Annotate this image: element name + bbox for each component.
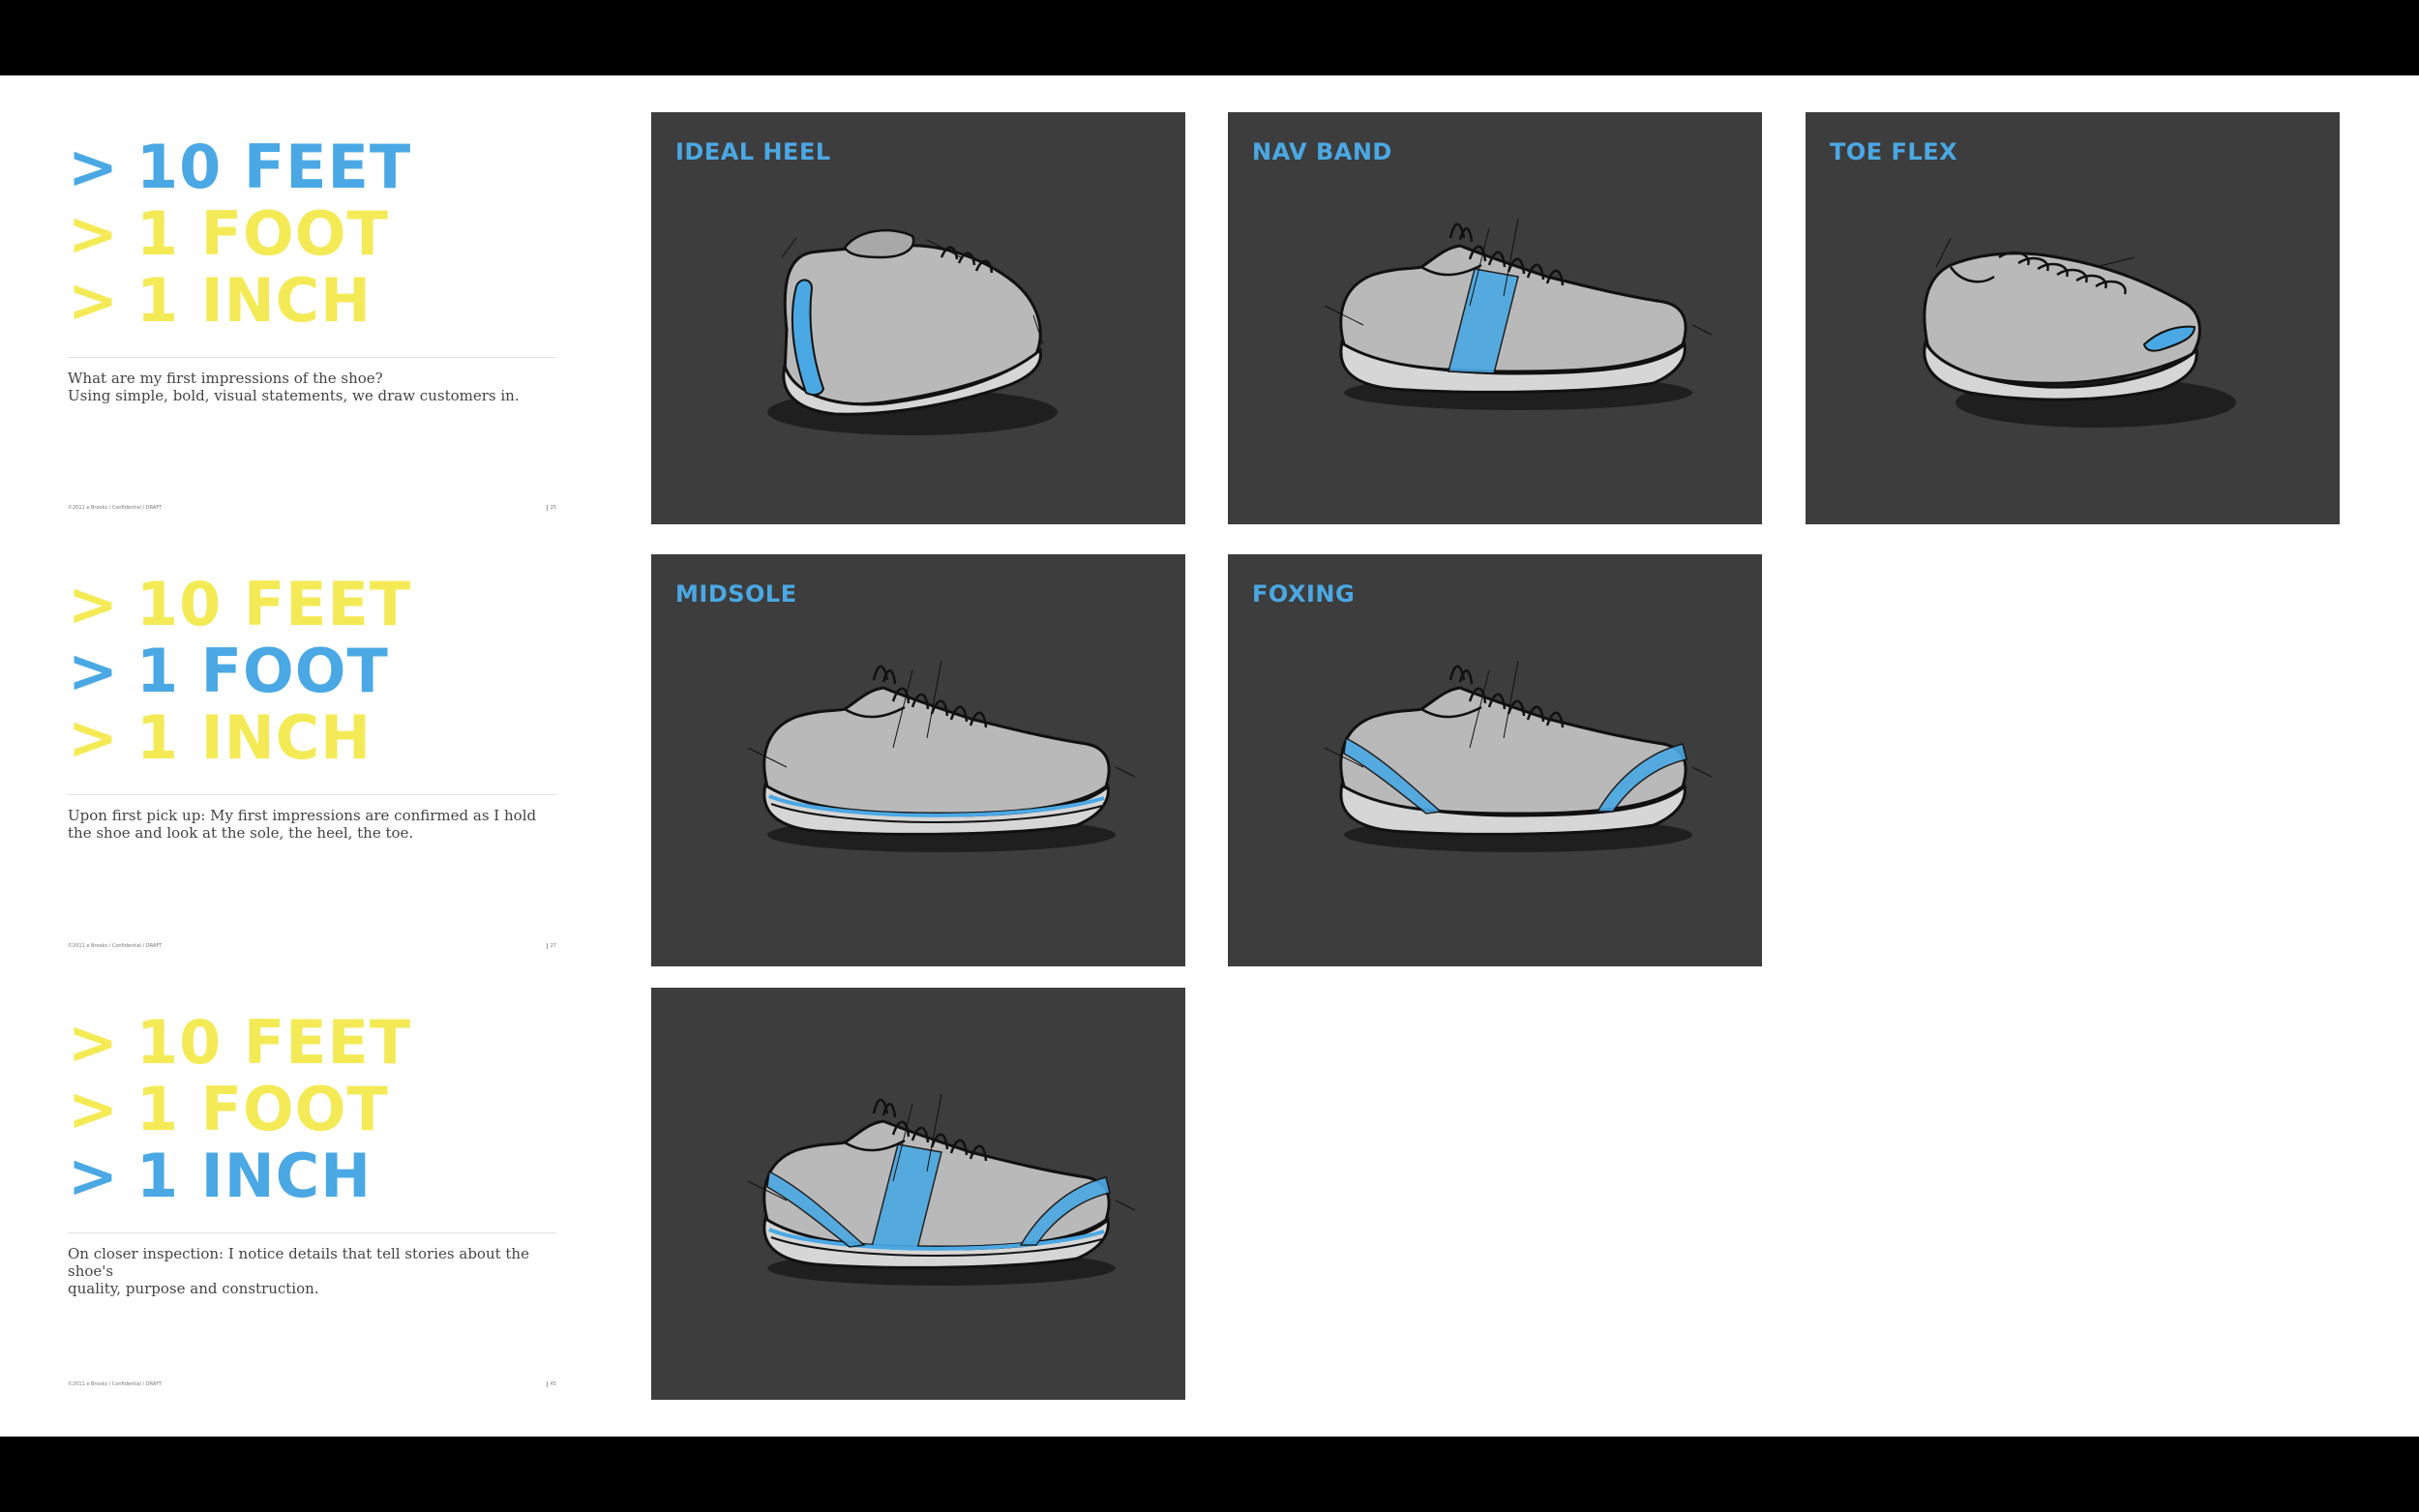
shoe-lace-tips	[1448, 665, 1474, 685]
arrow-glyph: >	[68, 1141, 119, 1211]
section-first-impressions: >10 FEET >1 FOOT >1 INCH What are my fir…	[68, 133, 556, 404]
section-divider	[68, 794, 556, 795]
distance-line-1-foot: >1 FOOT	[68, 1076, 556, 1142]
section-divider	[68, 357, 556, 358]
distance-text: 10 FEET	[135, 1007, 412, 1078]
arrow-glyph: >	[68, 569, 119, 639]
panel-nav-band: NAV BAND	[1228, 112, 1762, 524]
distance-text: 1 FOOT	[135, 198, 389, 269]
panel-label: TOE FLEX	[1830, 138, 1958, 165]
panel-toe-flex: TOE FLEX	[1806, 112, 2340, 524]
footer-legal-text: ©2011 e Brooks / Confidential / DRAFT	[68, 943, 163, 949]
top-letterbox-bar	[0, 0, 2419, 75]
shoe-toe-illustration	[1923, 237, 2236, 428]
distance-line-1-inch: >1 INCH	[68, 267, 556, 334]
panel-label: MIDSOLE	[675, 580, 797, 608]
bottom-letterbox-bar	[0, 1437, 2419, 1512]
distance-line-10-feet: >10 FEET	[68, 571, 556, 637]
distance-line-10-feet: >10 FEET	[68, 133, 556, 200]
arrow-glyph: >	[68, 1007, 119, 1078]
panel-all-details	[651, 988, 1185, 1400]
shoe-lace-tips	[872, 665, 897, 685]
distance-text: 10 FEET	[135, 569, 412, 639]
panel-label: IDEAL HEEL	[675, 138, 831, 165]
arrow-glyph: >	[68, 1074, 119, 1144]
arrow-glyph: >	[68, 132, 119, 202]
section-description: On closer inspection: I notice details t…	[68, 1245, 529, 1297]
page-number: 45	[546, 1381, 556, 1387]
distance-text: 1 FOOT	[135, 1074, 389, 1144]
panel-midsole: MIDSOLE	[651, 554, 1185, 966]
distance-line-1-inch: >1 INCH	[68, 1142, 556, 1209]
shoe-side-illustration	[1324, 218, 1713, 410]
section-description: What are my first impressions of the sho…	[68, 370, 520, 404]
page-footer: ©2011 e Brooks / Confidential / DRAFT 25	[68, 505, 556, 511]
distance-line-1-inch: >1 INCH	[68, 704, 556, 771]
page-footer: ©2011 e Brooks / Confidential / DRAFT 27	[68, 943, 556, 949]
page-footer: ©2011 e Brooks / Confidential / DRAFT 45	[68, 1381, 556, 1387]
shoe-heel-illustration	[767, 228, 1058, 435]
page-number: 25	[546, 505, 556, 511]
distance-line-1-foot: >1 FOOT	[68, 637, 556, 704]
shoe-upper	[1339, 244, 1687, 373]
distance-text: 10 FEET	[135, 132, 412, 202]
shoe-side-illustration	[1324, 660, 1713, 852]
page-number: 27	[546, 943, 556, 949]
distance-text: 1 FOOT	[135, 636, 389, 706]
panel-ideal-heel: IDEAL HEEL	[651, 112, 1185, 524]
section-closer-inspection: >10 FEET >1 FOOT >1 INCH On closer inspe…	[68, 1009, 556, 1297]
arrow-glyph: >	[68, 702, 119, 773]
shoe-upper	[762, 686, 1111, 815]
distance-text: 1 INCH	[135, 265, 373, 336]
shoe-lace-tips	[1448, 222, 1474, 243]
footer-legal-text: ©2011 e Brooks / Confidential / DRAFT	[68, 505, 163, 511]
arrow-glyph: >	[68, 636, 119, 706]
distance-text: 1 INCH	[135, 702, 373, 773]
shoe-upper	[762, 1119, 1111, 1249]
section-divider	[68, 1232, 556, 1233]
distance-line-10-feet: >10 FEET	[68, 1009, 556, 1076]
section-first-pick-up: >10 FEET >1 FOOT >1 INCH Upon first pick…	[68, 571, 556, 842]
shoe-lace-tips	[872, 1098, 897, 1118]
footer-legal-text: ©2011 e Brooks / Confidential / DRAFT	[68, 1381, 163, 1387]
panel-label: FOXING	[1252, 580, 1356, 608]
shoe-upper	[1339, 686, 1687, 815]
section-description: Upon first pick up: My first impressions…	[68, 807, 537, 842]
arrow-glyph: >	[68, 265, 119, 336]
panel-label: NAV BAND	[1252, 138, 1392, 165]
panel-foxing: FOXING	[1228, 554, 1762, 966]
shoe-collar	[843, 228, 915, 259]
shoe-side-illustration	[747, 660, 1136, 852]
distance-text: 1 INCH	[135, 1141, 373, 1211]
distance-line-1-foot: >1 FOOT	[68, 200, 556, 267]
arrow-glyph: >	[68, 198, 119, 269]
shoe-side-illustration	[747, 1093, 1136, 1286]
